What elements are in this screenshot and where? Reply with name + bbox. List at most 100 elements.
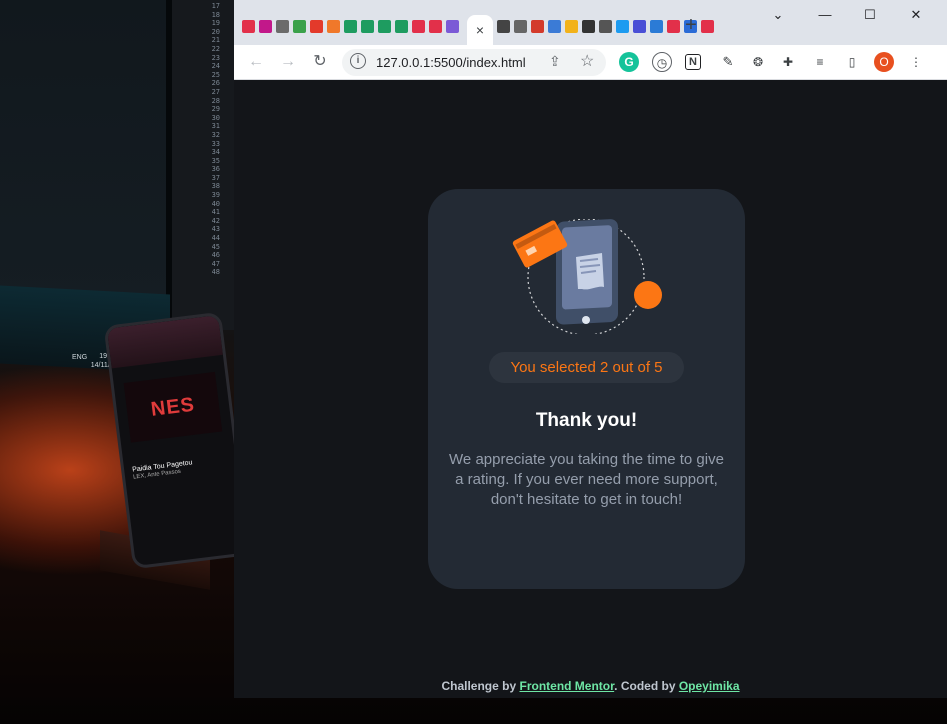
forward-arrow-icon[interactable]: → bbox=[276, 51, 300, 73]
tab-favicon[interactable] bbox=[565, 19, 578, 33]
attribution-footer: Challenge by Frontend Mentor. Coded by O… bbox=[234, 679, 947, 693]
editor-line-number: 23 bbox=[211, 53, 220, 62]
tab-favicon[interactable] bbox=[497, 19, 510, 33]
eyedropper-icon[interactable]: ✎ bbox=[718, 52, 738, 72]
active-tab[interactable]: × bbox=[467, 15, 493, 45]
new-tab-button[interactable]: + bbox=[681, 14, 701, 36]
tab-favicon[interactable] bbox=[667, 19, 680, 33]
tab-favicon[interactable] bbox=[276, 19, 289, 33]
site-info-icon[interactable]: i bbox=[350, 53, 366, 69]
tab-favicon[interactable] bbox=[361, 19, 374, 33]
tab-favicon[interactable] bbox=[548, 19, 561, 33]
editor-line-number: 20 bbox=[211, 27, 220, 36]
thank-you-card: You selected 2 out of 5 Thank you! We ap… bbox=[428, 189, 745, 589]
editor-line-number: 42 bbox=[211, 216, 220, 225]
editor-line-number: 34 bbox=[211, 148, 220, 157]
tab-favicon[interactable] bbox=[310, 19, 323, 33]
editor-line-number: 28 bbox=[211, 96, 220, 105]
tab-favicon[interactable] bbox=[701, 19, 714, 33]
editor-line-number: 22 bbox=[211, 44, 220, 53]
tab-favicon[interactable] bbox=[446, 19, 459, 33]
browser-toolbar: ← → ↻ i 127.0.0.1:5500/index.html ⇪ ☆ G … bbox=[234, 45, 947, 80]
editor-line-number: 27 bbox=[211, 87, 220, 96]
browser-window: × + ⌄ — ☐ ✕ ← → ↻ i 127.0.0.1:5500/index… bbox=[234, 0, 947, 698]
thank-you-message: We appreciate you taking the time to giv… bbox=[449, 451, 724, 508]
editor-line-number: 24 bbox=[211, 62, 220, 71]
selected-rating-badge: You selected 2 out of 5 bbox=[489, 352, 684, 383]
tab-favicon[interactable] bbox=[327, 19, 340, 33]
tab-favicon[interactable] bbox=[395, 19, 408, 33]
share-icon[interactable]: ⇪ bbox=[549, 53, 561, 70]
editor-line-number: 19 bbox=[211, 19, 220, 28]
attribution-middle: . Coded by bbox=[614, 679, 679, 693]
editor-line-number: 21 bbox=[211, 36, 220, 45]
tab-favicon[interactable] bbox=[599, 19, 612, 33]
tab-favicon[interactable] bbox=[293, 19, 306, 33]
editor-line-numbers: 17 18 19 20 21 22 23 24 25 26 27 28 29 30 31 32 33 34 35 36… bbox=[200, 2, 220, 277]
profile-avatar[interactable]: O bbox=[874, 52, 894, 72]
tab-favicon[interactable] bbox=[242, 19, 255, 33]
more-menu-icon[interactable]: ⋮ bbox=[906, 52, 926, 72]
editor-line-number: 32 bbox=[211, 130, 220, 139]
editor-line-number: 40 bbox=[211, 199, 220, 208]
close-window-button[interactable]: ✕ bbox=[902, 6, 930, 24]
tab-favicon[interactable] bbox=[616, 19, 629, 33]
tab-favicon[interactable] bbox=[429, 19, 442, 33]
editor-line-number: 35 bbox=[211, 156, 220, 165]
editor-line-number: 18 bbox=[211, 10, 220, 19]
phone-header bbox=[106, 315, 223, 369]
editor-line-number: 39 bbox=[211, 191, 220, 200]
editor-line-number: 30 bbox=[211, 113, 220, 122]
tab-favicon[interactable] bbox=[259, 19, 272, 33]
address-bar[interactable]: i 127.0.0.1:5500/index.html ⇪ ☆ bbox=[342, 49, 606, 76]
background-code-editor: 17 18 19 20 21 22 23 24 25 26 27 28 29 30 31 32 33 34 35 36… bbox=[172, 0, 234, 330]
notion-icon[interactable]: N bbox=[685, 54, 701, 70]
phone-album-art: NES bbox=[123, 371, 223, 443]
minimize-button[interactable]: — bbox=[811, 6, 839, 24]
tab-favicon[interactable] bbox=[582, 19, 595, 33]
tab-favicon[interactable] bbox=[412, 19, 425, 33]
background-phone: NES Paidia Tou Pagetou LEX, Ante Passos bbox=[103, 311, 251, 570]
album-logo: NES bbox=[149, 393, 197, 421]
payment-illustration bbox=[512, 219, 662, 334]
tab-favicon[interactable] bbox=[650, 19, 663, 33]
puzzle-icon[interactable]: ✚ bbox=[778, 52, 798, 72]
close-tab-icon[interactable]: × bbox=[476, 22, 484, 38]
back-arrow-icon[interactable]: ← bbox=[244, 51, 268, 73]
media-queue-icon[interactable]: ≡ bbox=[810, 52, 830, 72]
side-panel-icon[interactable]: ▯ bbox=[842, 52, 862, 72]
tab-favicon[interactable] bbox=[378, 19, 391, 33]
tab-favicon[interactable] bbox=[531, 19, 544, 33]
frontend-mentor-link[interactable]: Frontend Mentor bbox=[519, 679, 614, 693]
tab-search-button[interactable]: ⌄ bbox=[764, 6, 792, 24]
editor-line-number: 25 bbox=[211, 70, 220, 79]
grammarly-icon[interactable]: G bbox=[619, 52, 639, 72]
tray-language: ENG bbox=[72, 354, 88, 361]
author-link[interactable]: Opeyimika bbox=[679, 679, 740, 693]
tab-favicon[interactable] bbox=[344, 19, 357, 33]
editor-line-number: 46 bbox=[211, 251, 220, 260]
tab-favicon[interactable] bbox=[633, 19, 646, 33]
reload-icon[interactable]: ↻ bbox=[308, 51, 332, 73]
attribution-prefix: Challenge by bbox=[441, 679, 520, 693]
editor-line-number: 47 bbox=[211, 259, 220, 268]
editor-line-number: 38 bbox=[211, 182, 220, 191]
editor-line-number: 45 bbox=[211, 242, 220, 251]
editor-line-number: 17 bbox=[211, 2, 220, 10]
editor-line-number: 43 bbox=[211, 225, 220, 234]
maximize-button[interactable]: ☐ bbox=[856, 6, 884, 24]
page-viewport: You selected 2 out of 5 Thank you! We ap… bbox=[234, 80, 947, 698]
thank-you-heading: Thank you! bbox=[535, 410, 638, 431]
tab-strip: × + ⌄ — ☐ ✕ bbox=[234, 0, 947, 45]
tab-favicon[interactable] bbox=[514, 19, 527, 33]
editor-line-number: 36 bbox=[211, 165, 220, 174]
editor-line-number: 33 bbox=[211, 139, 220, 148]
url-text[interactable]: 127.0.0.1:5500/index.html bbox=[376, 55, 526, 70]
editor-line-number: 29 bbox=[211, 105, 220, 114]
compass-icon[interactable]: ◷ bbox=[652, 52, 672, 72]
editor-line-number: 37 bbox=[211, 173, 220, 182]
bookmark-star-icon[interactable]: ☆ bbox=[580, 51, 594, 71]
editor-line-number: 48 bbox=[211, 268, 220, 277]
openai-icon[interactable]: ❂ bbox=[748, 52, 768, 72]
editor-line-number: 31 bbox=[211, 122, 220, 131]
